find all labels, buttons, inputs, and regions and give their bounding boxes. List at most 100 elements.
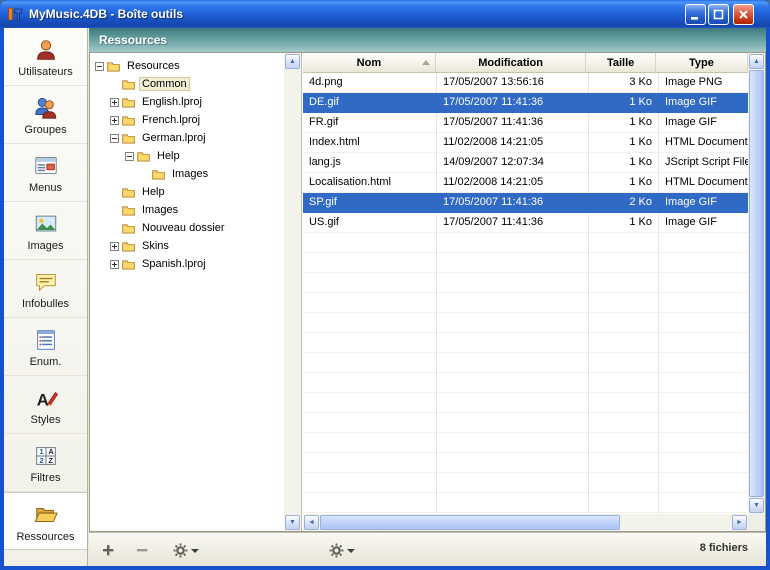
app-icon bbox=[7, 6, 23, 22]
tree-item-nouveau-dossier[interactable]: Nouveau dossier bbox=[90, 219, 284, 237]
actions-menu-right-button[interactable] bbox=[329, 541, 355, 559]
tree-item-help[interactable]: Help bbox=[90, 147, 284, 165]
title-bar[interactable]: MyMusic.4DB - Boîte outils bbox=[0, 0, 770, 28]
empty-cell bbox=[437, 253, 589, 273]
empty-cell bbox=[303, 393, 437, 413]
menus-icon bbox=[33, 151, 59, 181]
empty-cell bbox=[437, 493, 589, 513]
tree-item-help[interactable]: Help bbox=[90, 183, 284, 201]
sidebar-item-enum[interactable]: Enum. bbox=[4, 318, 87, 376]
folder-icon bbox=[122, 133, 135, 144]
scroll-left-icon[interactable]: ◄ bbox=[304, 515, 319, 530]
cell-taille: 1 Ko bbox=[589, 113, 659, 133]
toolbox-sidebar: Utilisateurs GroupesMenusImages Infobulles… bbox=[4, 28, 88, 566]
cell-nom: 4d.png bbox=[303, 73, 437, 93]
scroll-right-icon[interactable]: ► bbox=[732, 515, 747, 530]
app-window: MyMusic.4DB - Boîte outils Utilisateurs G… bbox=[0, 0, 770, 570]
sidebar-item-groupes[interactable]: Groupes bbox=[4, 86, 87, 144]
table-row-fr-gif[interactable]: FR.gif17/05/2007 11:41:361 KoImage GIF bbox=[303, 113, 748, 133]
cell-taille: 1 Ko bbox=[589, 133, 659, 153]
tree-item-resources[interactable]: Resources bbox=[90, 57, 284, 75]
tree-expander-icon[interactable] bbox=[110, 242, 122, 251]
table-row-localisation-html[interactable]: Localisation.html11/02/2008 14:21:051 Ko… bbox=[303, 173, 748, 193]
table-row-sp-gif[interactable]: SP.gif17/05/2007 11:41:362 KoImage GIF bbox=[303, 193, 748, 213]
window-content: Utilisateurs GroupesMenusImages Infobulles… bbox=[4, 28, 766, 566]
table-row-lang-js[interactable]: lang.js14/09/2007 12:07:341 KoJScript Sc… bbox=[303, 153, 748, 173]
column-header-nom[interactable]: Nom bbox=[303, 53, 436, 73]
filter-icon: 1A2Z bbox=[33, 441, 59, 471]
tree-item-english-lproj[interactable]: English.lproj bbox=[90, 93, 284, 111]
tree-item-images[interactable]: Images bbox=[90, 201, 284, 219]
cell-taille: 1 Ko bbox=[589, 213, 659, 233]
empty-cell bbox=[303, 493, 437, 513]
sidebar-item-ressources[interactable]: Ressources bbox=[4, 492, 87, 550]
table-row-de-gif[interactable]: DE.gif17/05/2007 11:41:361 KoImage GIF bbox=[303, 93, 748, 113]
scrollbar-thumb[interactable] bbox=[749, 70, 764, 497]
add-button[interactable] bbox=[101, 541, 115, 559]
tree-item-german-lproj[interactable]: German.lproj bbox=[90, 129, 284, 147]
tree-expander-icon[interactable] bbox=[95, 62, 107, 71]
tree-item-label: English.lproj bbox=[139, 95, 205, 109]
remove-button[interactable] bbox=[135, 541, 149, 559]
sidebar-item-label: Utilisateurs bbox=[18, 66, 72, 78]
scroll-up-icon[interactable]: ▲ bbox=[749, 54, 764, 69]
table-empty-row bbox=[303, 353, 748, 373]
group-icon bbox=[33, 93, 59, 123]
scroll-up-icon[interactable]: ▲ bbox=[285, 54, 300, 69]
enum-icon bbox=[33, 325, 59, 355]
cell-modification: 17/05/2007 11:41:36 bbox=[437, 193, 589, 213]
maximize-button[interactable] bbox=[708, 4, 729, 25]
table-vertical-scrollbar[interactable]: ▲ ▼ bbox=[748, 53, 765, 514]
table-row-4d-png[interactable]: 4d.png17/05/2007 13:56:163 KoImage PNG bbox=[303, 73, 748, 93]
tree-scrollbar[interactable]: ▲ ▼ bbox=[284, 53, 301, 531]
dropdown-arrow-icon bbox=[191, 549, 199, 553]
table-body: 4d.png17/05/2007 13:56:163 KoImage PNGDE… bbox=[303, 73, 748, 514]
tree-item-label: German.lproj bbox=[139, 131, 209, 145]
section-header: Ressources bbox=[89, 28, 766, 52]
table-row-index-html[interactable]: Index.html11/02/2008 14:21:051 KoHTML Do… bbox=[303, 133, 748, 153]
sidebar-item-infobulles[interactable]: Infobulles bbox=[4, 260, 87, 318]
empty-cell bbox=[659, 433, 748, 453]
table-horizontal-scrollbar[interactable]: ◄ ► bbox=[303, 514, 748, 531]
tree-item-images[interactable]: Images bbox=[90, 165, 284, 183]
cell-taille: 1 Ko bbox=[589, 153, 659, 173]
tree-expander-icon[interactable] bbox=[110, 98, 122, 107]
tree-item-spanish-lproj[interactable]: Spanish.lproj bbox=[90, 255, 284, 273]
empty-cell bbox=[437, 433, 589, 453]
sidebar-item-filtres[interactable]: 1A2ZFiltres bbox=[4, 434, 87, 492]
empty-cell bbox=[659, 333, 748, 353]
scroll-down-icon[interactable]: ▼ bbox=[285, 515, 300, 530]
tree-item-skins[interactable]: Skins bbox=[90, 237, 284, 255]
sidebar-item-menus[interactable]: Menus bbox=[4, 144, 87, 202]
cell-modification: 17/05/2007 11:41:36 bbox=[437, 213, 589, 233]
tree-expander-icon[interactable] bbox=[110, 116, 122, 125]
svg-text:2: 2 bbox=[39, 456, 43, 465]
cell-type: Image GIF bbox=[659, 193, 748, 213]
sidebar-item-label: Infobulles bbox=[22, 298, 69, 310]
tree-item-french-lproj[interactable]: French.lproj bbox=[90, 111, 284, 129]
column-header-modification[interactable]: Modification bbox=[436, 53, 587, 73]
tree-item-label: Skins bbox=[139, 239, 172, 253]
tree-item-common[interactable]: Common bbox=[90, 75, 284, 93]
folder-icon bbox=[122, 187, 135, 198]
table-row-us-gif[interactable]: US.gif17/05/2007 11:41:361 KoImage GIF bbox=[303, 213, 748, 233]
cell-taille: 1 Ko bbox=[589, 173, 659, 193]
scrollbar-thumb[interactable] bbox=[320, 515, 620, 530]
minimize-button[interactable] bbox=[685, 4, 706, 25]
window-title: MyMusic.4DB - Boîte outils bbox=[29, 7, 183, 21]
image-icon bbox=[33, 209, 59, 239]
close-button[interactable] bbox=[733, 4, 754, 25]
workspace: ResourcesCommon English.lproj French.lproj… bbox=[89, 52, 766, 532]
sidebar-item-styles[interactable]: AStyles bbox=[4, 376, 87, 434]
column-header-type[interactable]: Type bbox=[656, 53, 748, 73]
tree-expander-icon[interactable] bbox=[110, 134, 122, 143]
empty-cell bbox=[659, 393, 748, 413]
actions-menu-left-button[interactable] bbox=[173, 541, 199, 559]
sidebar-item-images[interactable]: Images bbox=[4, 202, 87, 260]
column-header-taille[interactable]: Taille bbox=[586, 53, 655, 73]
tree-expander-icon[interactable] bbox=[125, 152, 137, 161]
tree-expander-icon[interactable] bbox=[110, 260, 122, 269]
sidebar-item-utilisateurs[interactable]: Utilisateurs bbox=[4, 28, 87, 86]
scroll-down-icon[interactable]: ▼ bbox=[749, 498, 764, 513]
tree-item-label: French.lproj bbox=[139, 113, 203, 127]
